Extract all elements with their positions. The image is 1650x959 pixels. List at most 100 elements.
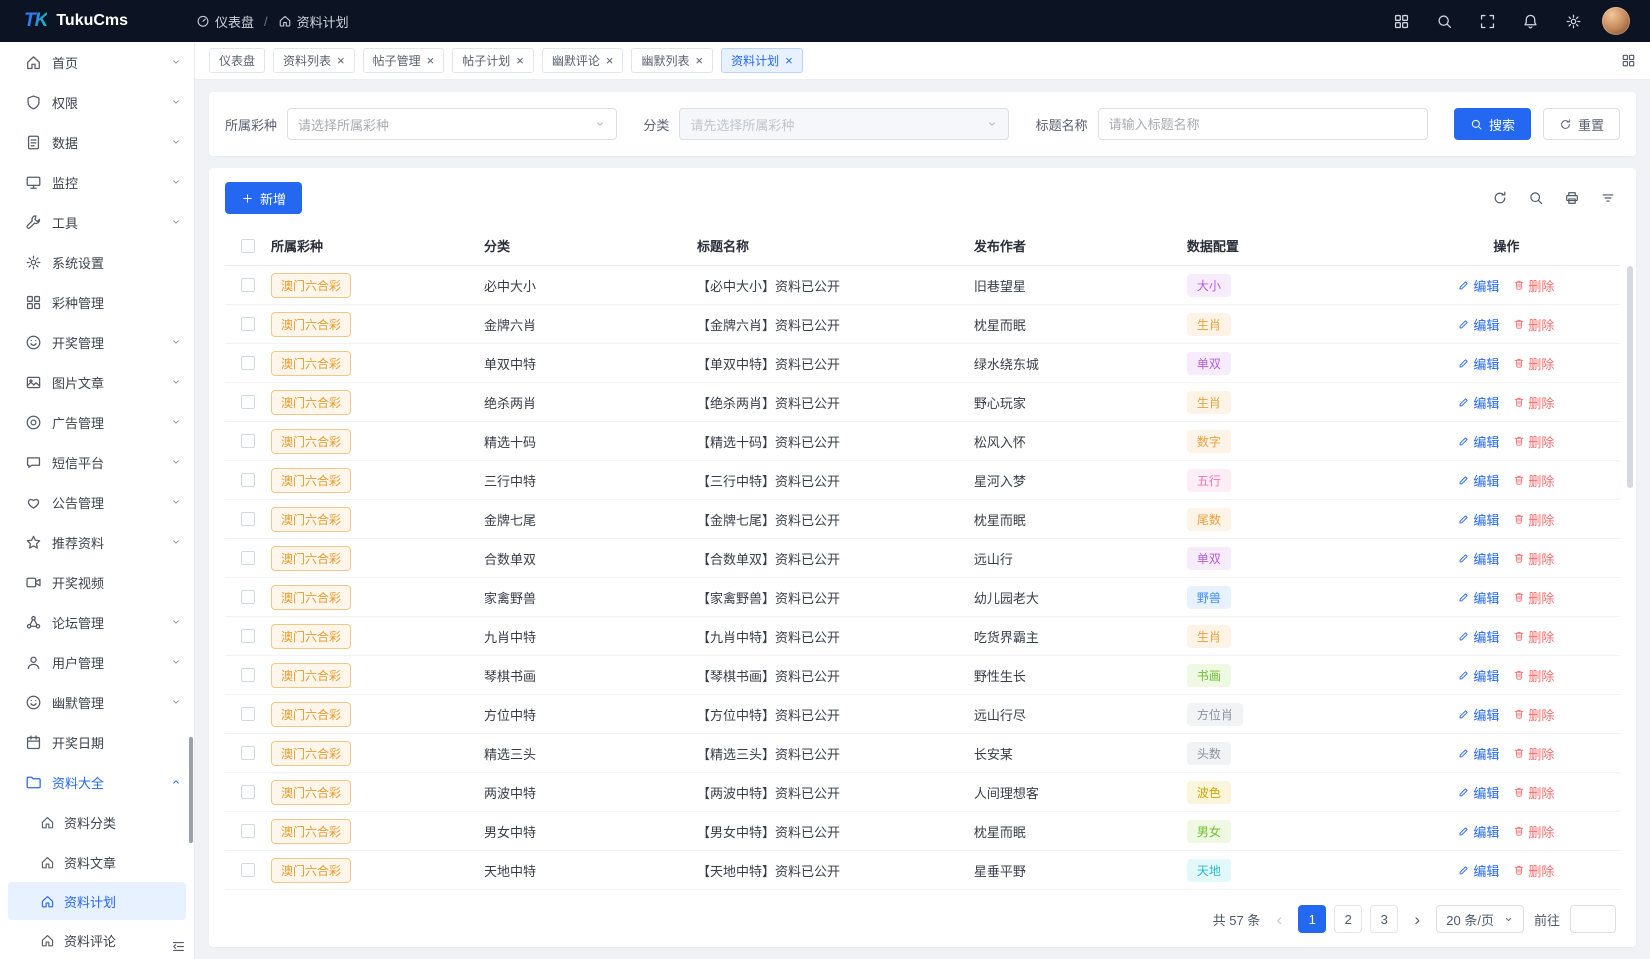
sidebar-item-数据[interactable]: 数据 [0,122,194,162]
sidebar-item-论坛管理[interactable]: 论坛管理 [0,602,194,642]
tab-资料计划[interactable]: 资料计划 × [721,48,803,73]
close-icon[interactable]: × [785,54,793,67]
page-size-select[interactable]: 20 条/页 [1436,905,1524,933]
row-checkbox[interactable] [241,278,255,292]
gear-icon[interactable] [1565,13,1582,30]
edit-link[interactable]: 编辑 [1458,783,1499,802]
row-checkbox[interactable] [241,473,255,487]
fullscreen-icon[interactable] [1479,13,1496,30]
row-checkbox[interactable] [241,356,255,370]
close-icon[interactable]: × [516,54,524,67]
delete-link[interactable]: 删除 [1513,744,1554,763]
row-checkbox[interactable] [241,668,255,682]
column-settings-icon[interactable] [1600,190,1616,206]
breadcrumb-item[interactable]: 资料计划 [278,12,349,31]
row-checkbox[interactable] [241,434,255,448]
edit-link[interactable]: 编辑 [1458,666,1499,685]
sidebar-item-开奖管理[interactable]: 开奖管理 [0,322,194,362]
row-checkbox[interactable] [241,512,255,526]
tab-仪表盘[interactable]: 仪表盘 [209,48,266,73]
delete-link[interactable]: 删除 [1513,627,1554,646]
bell-icon[interactable] [1522,13,1539,30]
sidebar-item-系统设置[interactable]: 系统设置 [0,242,194,282]
edit-link[interactable]: 编辑 [1458,549,1499,568]
edit-link[interactable]: 编辑 [1458,822,1499,841]
tab-帖子计划[interactable]: 帖子计划 × [452,48,534,73]
search-button[interactable]: 搜索 [1453,108,1531,140]
edit-link[interactable]: 编辑 [1458,705,1499,724]
sidebar-item-图片文章[interactable]: 图片文章 [0,362,194,402]
row-checkbox[interactable] [241,590,255,604]
add-button[interactable]: 新增 [225,182,303,214]
row-checkbox[interactable] [241,707,255,721]
row-checkbox[interactable] [241,395,255,409]
sidebar-item-监控[interactable]: 监控 [0,162,194,202]
close-icon[interactable]: × [427,54,435,67]
sidebar-item-短信平台[interactable]: 短信平台 [0,442,194,482]
delete-link[interactable]: 删除 [1513,861,1554,880]
delete-link[interactable]: 删除 [1513,471,1554,490]
delete-link[interactable]: 删除 [1513,393,1554,412]
sidebar-subitem-资料评论[interactable]: 资料评论 [0,920,194,959]
title-input[interactable] [1097,108,1428,140]
sidebar-subitem-资料分类[interactable]: 资料分类 [0,802,194,842]
edit-link[interactable]: 编辑 [1458,627,1499,646]
sidebar-item-用户管理[interactable]: 用户管理 [0,642,194,682]
category-select[interactable]: 请先选择所属彩种 [679,108,1010,140]
edit-link[interactable]: 编辑 [1458,510,1499,529]
edit-link[interactable]: 编辑 [1458,744,1499,763]
delete-link[interactable]: 删除 [1513,705,1554,724]
breadcrumb-item[interactable]: 仪表盘 [196,12,254,31]
page-button-3[interactable]: 3 [1370,905,1399,933]
reset-button[interactable]: 重置 [1542,108,1620,140]
collapse-sidebar-icon[interactable] [171,939,186,954]
close-icon[interactable]: × [606,54,614,67]
search-icon[interactable] [1528,190,1544,206]
page-button-2[interactable]: 2 [1334,905,1363,933]
refresh-icon[interactable] [1492,190,1508,206]
select-all-checkbox[interactable] [241,238,255,253]
row-checkbox[interactable] [241,824,255,838]
apps-icon[interactable] [1393,13,1410,30]
sidebar-subitem-资料文章[interactable]: 资料文章 [0,842,194,882]
sidebar-subitem-资料计划[interactable]: 资料计划 [8,882,186,920]
prev-page-icon[interactable]: ‹ [1270,911,1288,928]
goto-input[interactable] [1570,905,1616,933]
delete-link[interactable]: 删除 [1513,354,1554,373]
sidebar-item-权限[interactable]: 权限 [0,82,194,122]
edit-link[interactable]: 编辑 [1458,315,1499,334]
sidebar-item-开奖日期[interactable]: 开奖日期 [0,722,194,762]
sidebar-item-推荐资料[interactable]: 推荐资料 [0,522,194,562]
edit-link[interactable]: 编辑 [1458,393,1499,412]
tab-幽默列表[interactable]: 幽默列表 × [631,48,714,73]
row-checkbox[interactable] [241,551,255,565]
row-checkbox[interactable] [241,863,255,877]
delete-link[interactable]: 删除 [1513,666,1554,685]
tab-幽默评论[interactable]: 幽默评论 × [541,48,624,73]
user-avatar[interactable] [1602,7,1630,35]
print-icon[interactable] [1564,190,1580,206]
delete-link[interactable]: 删除 [1513,549,1554,568]
page-button-1[interactable]: 1 [1298,905,1327,933]
row-checkbox[interactable] [241,629,255,643]
sidebar-scrollbar[interactable] [189,737,193,843]
row-checkbox[interactable] [241,785,255,799]
edit-link[interactable]: 编辑 [1458,861,1499,880]
sidebar-item-资料大全[interactable]: 资料大全 [0,762,194,802]
edit-link[interactable]: 编辑 [1458,471,1499,490]
edit-link[interactable]: 编辑 [1458,432,1499,451]
sidebar-item-工具[interactable]: 工具 [0,202,194,242]
delete-link[interactable]: 删除 [1513,510,1554,529]
sidebar-item-广告管理[interactable]: 广告管理 [0,402,194,442]
sidebar-item-幽默管理[interactable]: 幽默管理 [0,682,194,722]
close-icon[interactable]: × [695,54,703,67]
brand[interactable]: TK TukuCms [24,10,196,32]
row-checkbox[interactable] [241,746,255,760]
tab-layout-icon[interactable] [1621,53,1636,68]
delete-link[interactable]: 删除 [1513,315,1554,334]
delete-link[interactable]: 删除 [1513,588,1554,607]
table-scrollbar[interactable] [1627,266,1633,488]
delete-link[interactable]: 删除 [1513,783,1554,802]
edit-link[interactable]: 编辑 [1458,276,1499,295]
edit-link[interactable]: 编辑 [1458,354,1499,373]
